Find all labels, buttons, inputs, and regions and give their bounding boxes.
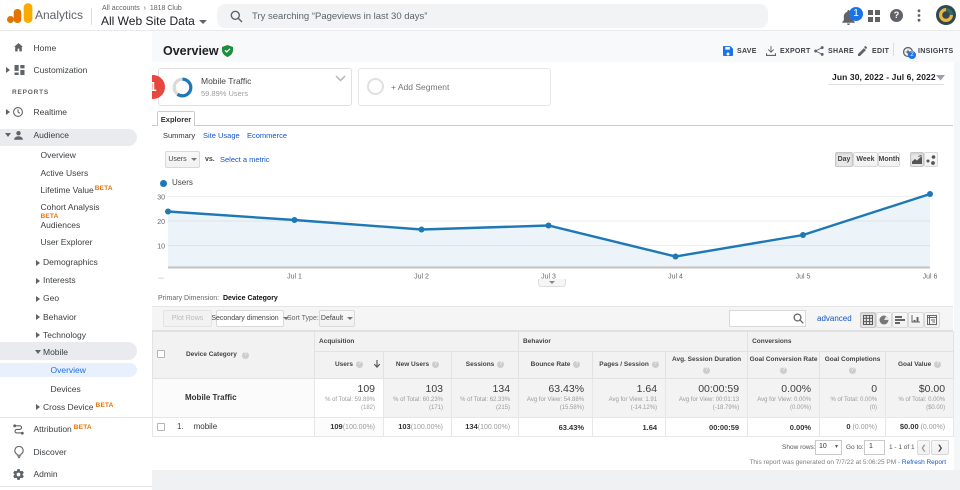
svg-text:Jul 5: Jul 5 bbox=[796, 274, 811, 281]
svg-text:Jul 1: Jul 1 bbox=[287, 274, 302, 281]
svg-text:Jul 4: Jul 4 bbox=[668, 274, 683, 281]
svg-text:10: 10 bbox=[157, 244, 165, 251]
svg-text:30: 30 bbox=[157, 195, 165, 202]
svg-text:Jul 2: Jul 2 bbox=[414, 274, 429, 281]
svg-text:...: ... bbox=[158, 274, 164, 281]
svg-text:20: 20 bbox=[157, 219, 165, 226]
svg-text:Jul 6: Jul 6 bbox=[923, 274, 938, 281]
